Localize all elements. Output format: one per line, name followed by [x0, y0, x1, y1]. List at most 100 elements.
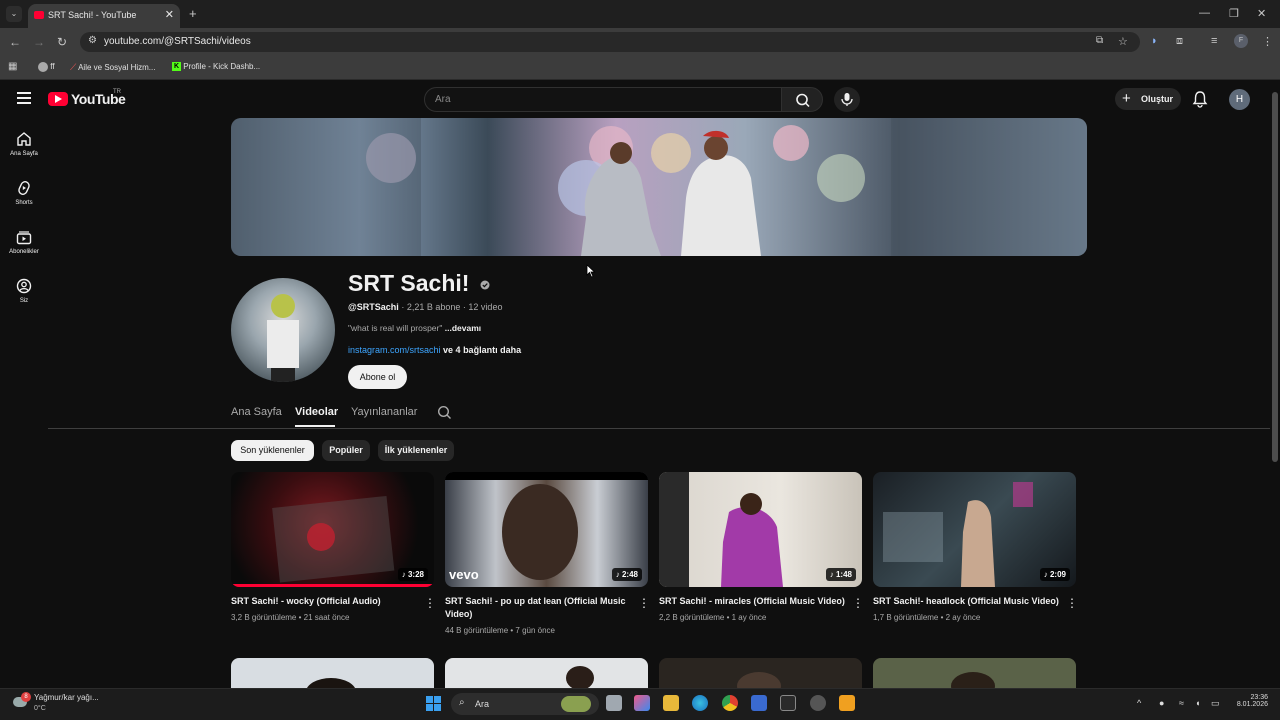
youtube-logo-icon[interactable] [48, 92, 68, 106]
video-thumbnail[interactable] [231, 658, 434, 688]
tray-overflow-icon[interactable]: ^ [1137, 698, 1141, 708]
scrollbar-thumb[interactable] [1272, 92, 1278, 462]
apps-grid-icon[interactable]: ▦ [8, 61, 17, 72]
chip-popular[interactable]: Popüler [322, 440, 370, 461]
notifications-button[interactable] [1192, 90, 1208, 113]
create-button[interactable]: + Oluştur [1115, 88, 1181, 110]
volume-icon[interactable]: ◖ [1195, 698, 1200, 708]
video-menu-icon[interactable]: ⋮ [424, 596, 436, 610]
search-button[interactable] [781, 87, 823, 112]
more-link[interactable]: ...devamı [445, 323, 481, 333]
browser-tab-youtube[interactable]: SRT Sachi! - YouTube ✕ [28, 4, 180, 28]
more-links-text[interactable]: ve 4 bağlantı daha [443, 345, 521, 355]
extensions-puzzle-icon[interactable]: ⧈ [1176, 35, 1183, 48]
sidebar-item-shorts[interactable]: Shorts [0, 180, 48, 206]
site-info-icon[interactable]: ⚙ [88, 35, 97, 46]
address-bar[interactable]: ⚙ youtube.com/@SRTSachi/videos ⧉ ☆ [80, 32, 1140, 52]
new-tab-button[interactable]: + [189, 6, 197, 21]
search-input[interactable]: Ara [424, 87, 782, 112]
video-thumbnail[interactable] [873, 658, 1076, 688]
view-count: 44 B görüntüleme [445, 626, 509, 635]
video-thumbnail[interactable]: ♪ 1:48 [659, 472, 862, 587]
guide-menu-icon[interactable] [17, 92, 31, 104]
wifi-icon[interactable]: ≈ [1179, 698, 1184, 708]
bookmark-aile[interactable]: ⟋ Aile ve Sosyal Hizm... [70, 62, 155, 73]
plus-icon: + [1122, 90, 1131, 107]
tab-search-chevron-icon[interactable]: ⌄ [6, 6, 22, 22]
channel-search-button[interactable] [437, 405, 452, 425]
channel-description[interactable]: "what is real will prosper" ...devamı [348, 323, 481, 333]
bookmark-kick[interactable]: K Profile - Kick Dashb... [172, 62, 260, 72]
subscribe-button[interactable]: Abone ol [348, 365, 407, 389]
chip-latest[interactable]: Son yüklenenler [231, 440, 314, 461]
you-icon [16, 278, 32, 294]
video-menu-icon[interactable]: ⋮ [1066, 596, 1078, 610]
video-title[interactable]: SRT Sachi! - miracles (Official Music Vi… [659, 595, 849, 608]
video-title[interactable]: SRT Sachi!- headlock (Official Music Vid… [873, 595, 1063, 608]
copilot-icon[interactable] [634, 695, 650, 711]
restore-icon[interactable]: ❐ [1229, 7, 1239, 20]
store-icon[interactable] [751, 695, 767, 711]
video-thumbnail[interactable] [659, 658, 862, 688]
weather-widget-icon[interactable]: 8 [13, 692, 31, 710]
instagram-link[interactable]: instagram.com/srtsachi [348, 345, 441, 355]
extension-icon[interactable]: ◗ [1151, 35, 1158, 47]
search-icon [437, 405, 451, 419]
video-thumbnail[interactable]: ♪ 3:28 [231, 472, 434, 587]
install-app-icon[interactable]: ⧉ [1096, 35, 1103, 46]
video-title[interactable]: SRT Sachi! - po up dat lean (Official Mu… [445, 595, 635, 621]
channel-handle: @SRTSachi [348, 302, 399, 312]
upload-age: 7 gün önce [515, 626, 555, 635]
chrome-icon[interactable] [722, 695, 738, 711]
edge-icon[interactable] [692, 695, 708, 711]
video-menu-icon[interactable]: ⋮ [852, 596, 864, 610]
forward-icon[interactable]: → [33, 35, 45, 49]
windows-start-icon[interactable] [426, 696, 441, 711]
reload-icon[interactable]: ↻ [57, 35, 67, 49]
video-thumbnail[interactable]: vevo ♪ 2:48 [445, 472, 648, 587]
sidebar-item-label: Abonelikler [9, 249, 39, 255]
task-view-icon[interactable] [606, 695, 622, 711]
view-count: 1,7 B görüntüleme [873, 613, 939, 622]
sidebar-item-you[interactable]: Siz [0, 278, 48, 304]
browser-menu-icon[interactable]: ⋮ [1262, 35, 1273, 48]
weather-text[interactable]: Yağmur/kar yağı... [34, 693, 99, 702]
close-tab-icon[interactable]: ✕ [165, 8, 174, 21]
file-explorer-icon[interactable] [663, 695, 679, 711]
duration-badge: ♪ 2:09 [1039, 568, 1070, 581]
tabs-divider [48, 428, 1270, 429]
tab-home[interactable]: Ana Sayfa [231, 406, 282, 418]
video-title[interactable]: SRT Sachi! - wocky (Official Audio) [231, 595, 421, 608]
close-window-icon[interactable]: ✕ [1257, 7, 1266, 20]
tab-title: SRT Sachi! - YouTube [48, 10, 137, 20]
weather-badge: 8 [21, 692, 31, 702]
microphone-tray-icon[interactable]: ● [1159, 698, 1164, 708]
bookmark-ff[interactable]: ff [38, 62, 55, 72]
tab-videos[interactable]: Videolar [295, 406, 338, 418]
bookmark-star-icon[interactable]: ☆ [1118, 35, 1128, 48]
channel-avatar[interactable] [231, 278, 335, 382]
upload-age: 21 saat önce [303, 613, 350, 622]
chip-oldest[interactable]: İlk yüklenenler [378, 440, 454, 461]
voice-search-button[interactable] [834, 87, 860, 112]
sublime-icon[interactable] [839, 695, 855, 711]
taskbar-search[interactable]: ⌕ Ara [451, 693, 599, 715]
video-thumbnail[interactable]: ♪ 2:09 [873, 472, 1076, 587]
video-thumbnail[interactable] [445, 658, 648, 688]
profile-avatar-icon[interactable]: F [1234, 34, 1248, 48]
video-menu-icon[interactable]: ⋮ [638, 596, 650, 610]
account-avatar[interactable]: H [1229, 89, 1250, 110]
battery-icon[interactable]: ▭ [1211, 698, 1220, 709]
minimize-icon[interactable]: — [1199, 7, 1210, 19]
back-icon[interactable]: ← [9, 35, 21, 49]
view-count: 3,2 B görüntüleme [231, 613, 297, 622]
clock[interactable]: 23:36 8.01.2026 [1234, 694, 1268, 708]
bookmark-favicon-icon: ⟋ [70, 62, 77, 72]
tab-streams[interactable]: Yayınlananlar [351, 406, 417, 418]
duration-text: 2:48 [621, 570, 638, 579]
sidebar-item-home[interactable]: Ana Sayfa [0, 131, 48, 157]
terminal-icon[interactable] [780, 695, 796, 711]
sidebar-item-subscriptions[interactable]: Abonelikler [0, 229, 48, 255]
media-control-icon[interactable]: ≡ [1211, 35, 1217, 47]
app-icon[interactable] [810, 695, 826, 711]
